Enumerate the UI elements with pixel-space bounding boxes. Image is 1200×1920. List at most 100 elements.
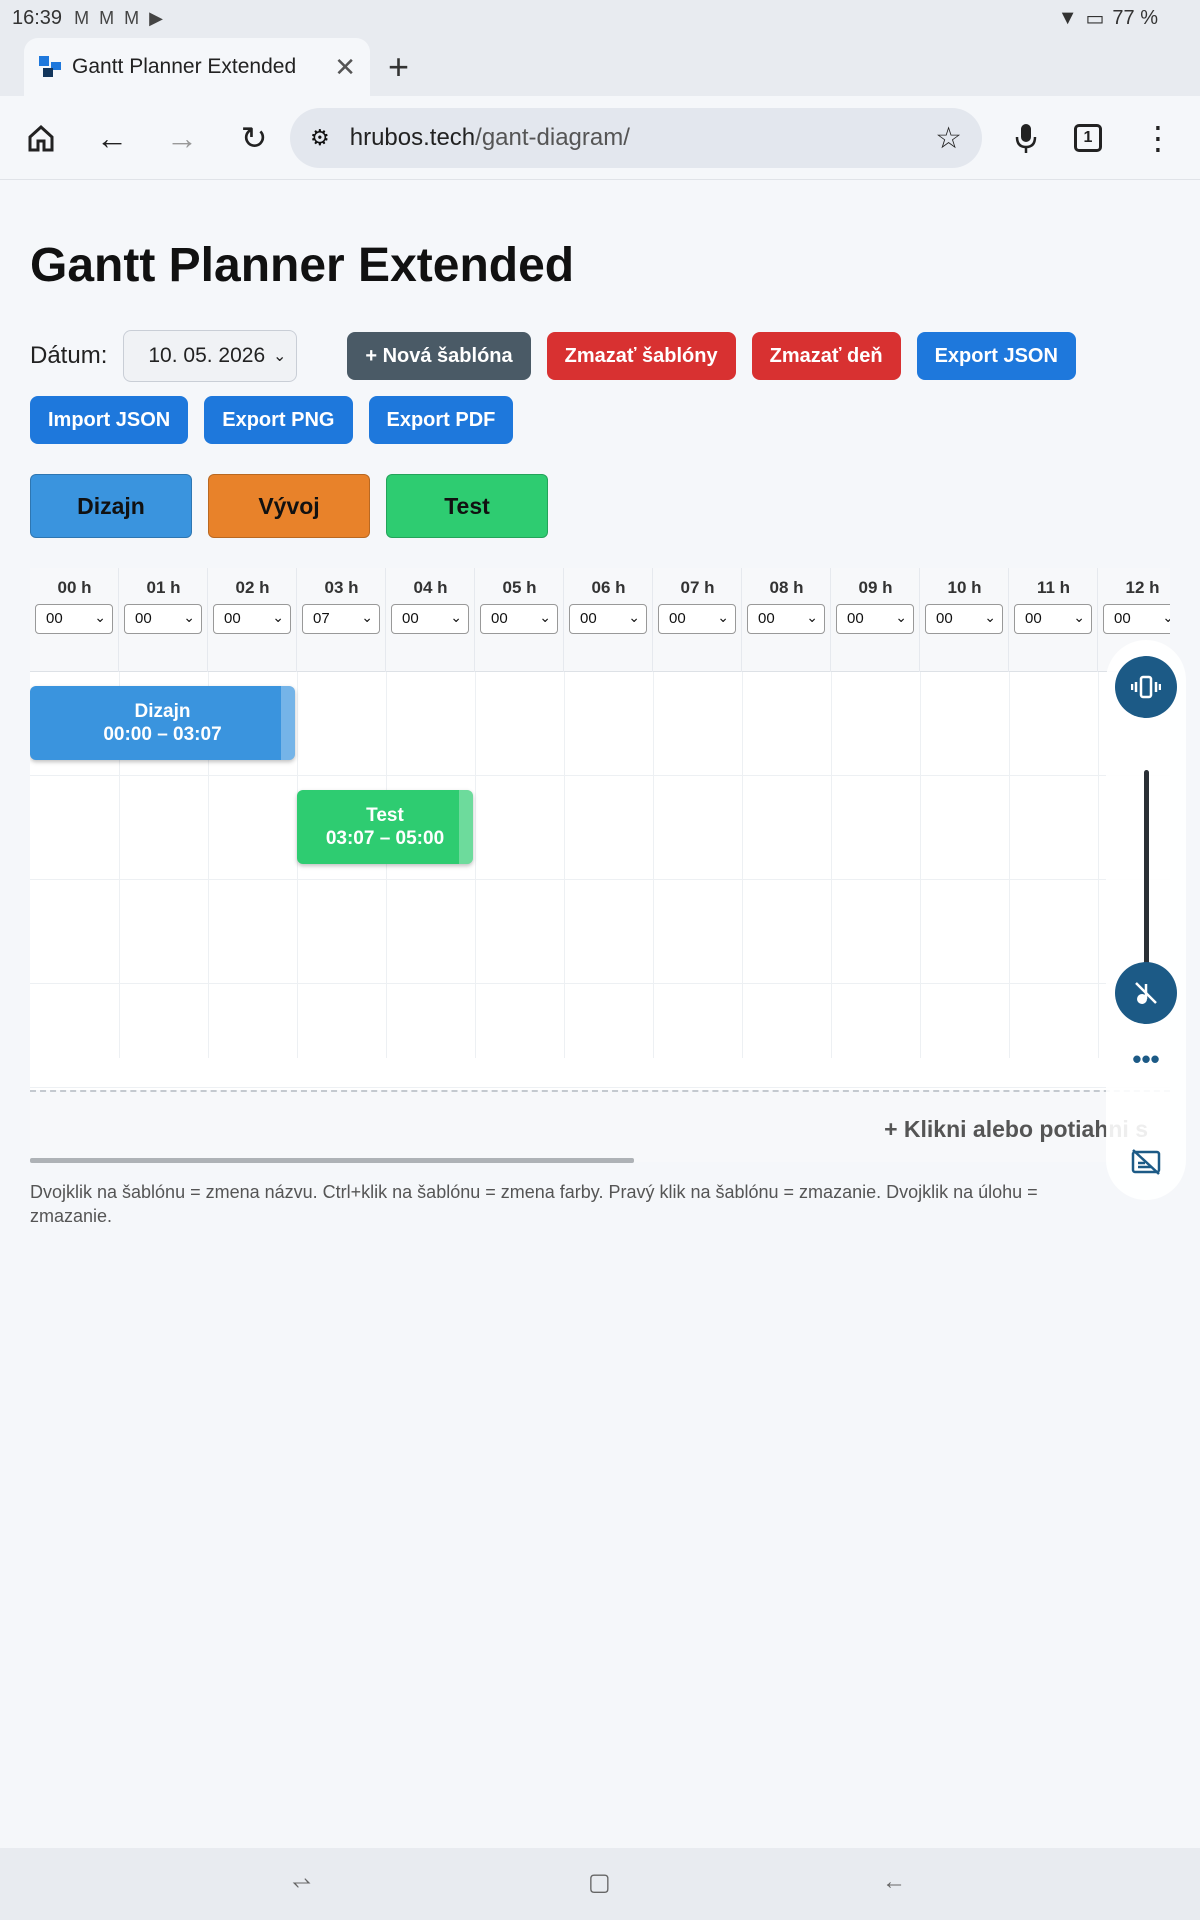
tab-strip: Gantt Planner Extended ✕ + xyxy=(0,36,1200,96)
forward-icon[interactable]: → xyxy=(158,114,206,162)
grid-line xyxy=(1009,672,1010,1058)
minute-select[interactable]: 00 ⌄ xyxy=(658,604,736,634)
template-palette: Dizajn Vývoj Test xyxy=(30,474,564,538)
minute-value: 00 xyxy=(580,610,597,627)
new-template-button[interactable]: + Nová šablóna xyxy=(347,332,531,380)
volume-slider[interactable] xyxy=(1144,770,1149,980)
hour-column-header: 03 h 07 ⌄ xyxy=(297,568,386,672)
task-bar-1[interactable]: Test 03:07 – 05:00 xyxy=(297,790,473,864)
gantt-row[interactable] xyxy=(30,880,1170,984)
url-host: hrubos.tech xyxy=(349,124,476,151)
grid-line xyxy=(742,672,743,1058)
hour-label: 00 h xyxy=(57,578,92,597)
home-icon[interactable] xyxy=(17,114,65,162)
minute-select[interactable]: 00 ⌄ xyxy=(1014,604,1092,634)
browser-tab[interactable]: Gantt Planner Extended ✕ xyxy=(24,38,370,96)
gmail-icon: M xyxy=(74,7,90,28)
gantt-header: 00 h 00 ⌄ 01 h 00 ⌄ 02 h 00 ⌄ 03 h 07 ⌄ 04 h 00 ⌄ 05 h0… xyxy=(30,568,1170,672)
export-pdf-button[interactable]: Export PDF xyxy=(368,396,514,444)
hour-column-header: 11 h 00 ⌄ xyxy=(1009,568,1098,672)
delete-day-button[interactable]: Zmazať deň xyxy=(751,332,901,380)
grid-line xyxy=(920,672,921,1058)
minute-select[interactable]: 00 ⌄ xyxy=(747,604,825,634)
template-1[interactable]: Vývoj xyxy=(208,474,370,538)
vibrate-icon[interactable] xyxy=(1115,656,1177,718)
task-name: Test xyxy=(366,805,404,826)
media-muted-icon[interactable] xyxy=(1115,962,1177,1024)
date-label: Dátum: xyxy=(30,342,108,369)
grid-line xyxy=(1098,672,1099,1058)
minute-select[interactable]: 00 ⌄ xyxy=(35,604,113,634)
site-settings-icon[interactable]: ⚙ xyxy=(310,125,330,151)
resize-handle[interactable] xyxy=(459,790,473,864)
back-icon[interactable]: ← xyxy=(88,114,136,162)
system-nav-bar: ⥋ ▢ ← xyxy=(0,1848,1200,1920)
minute-select[interactable]: 00 ⌄ xyxy=(213,604,291,634)
bookmark-star-icon[interactable]: ☆ xyxy=(935,121,962,156)
delete-templates-button[interactable]: Zmazať šablóny xyxy=(546,332,736,380)
hour-column-header: 10 h 00 ⌄ xyxy=(920,568,1009,672)
minute-select[interactable]: 00 ⌄ xyxy=(391,604,469,634)
hour-label: 12 h xyxy=(1125,578,1160,597)
hour-label: 10 h xyxy=(947,578,982,597)
minute-select[interactable]: 00 ⌄ xyxy=(925,604,1003,634)
minute-select[interactable]: 00 ⌄ xyxy=(124,604,202,634)
menu-dots-icon[interactable]: ⋮ xyxy=(1134,114,1182,162)
horizontal-scrollbar[interactable] xyxy=(30,1158,634,1163)
hour-column-header: 05 h 00 ⌄ xyxy=(475,568,564,672)
chevron-down-icon: ⌄ xyxy=(1073,609,1085,625)
help-text: Dvojklik na šablónu = zmena názvu. Ctrl+… xyxy=(30,1182,1038,1226)
address-bar[interactable]: ⚙ hrubos.tech/gant-diagram/ ☆ xyxy=(290,108,982,168)
tab-title: Gantt Planner Extended xyxy=(72,55,297,78)
minute-select[interactable]: 00 ⌄ xyxy=(480,604,558,634)
youtube-icon: ▶ xyxy=(149,7,163,28)
minute-select[interactable]: 00 ⌄ xyxy=(569,604,647,634)
gantt-row[interactable] xyxy=(30,984,1170,1088)
back-nav-icon[interactable]: ← xyxy=(882,1868,906,1896)
minute-value: 00 xyxy=(1114,610,1131,627)
chevron-down-icon: ⌄ xyxy=(539,609,551,625)
minute-select[interactable]: 00 ⌄ xyxy=(1103,604,1170,634)
status-time: 16:39 xyxy=(12,6,63,29)
minute-value: 00 xyxy=(402,610,419,627)
hour-label: 04 h xyxy=(413,578,448,597)
gantt-row[interactable] xyxy=(30,776,1170,880)
battery-icon: ▭ xyxy=(1085,7,1105,30)
template-2[interactable]: Test xyxy=(386,474,548,538)
hour-label: 06 h xyxy=(591,578,626,597)
template-0[interactable]: Dizajn xyxy=(30,474,192,538)
volume-panel: ••• xyxy=(1106,640,1186,1200)
hour-column-header: 08 h 00 ⌄ xyxy=(742,568,831,672)
gmail-icon: M xyxy=(99,7,115,28)
import-json-button[interactable]: Import JSON xyxy=(30,396,189,444)
grid-line xyxy=(831,672,832,1058)
reload-icon[interactable]: ↻ xyxy=(230,114,278,162)
hour-column-header: 01 h 00 ⌄ xyxy=(119,568,208,672)
microphone-icon[interactable] xyxy=(1002,114,1050,162)
home-nav-icon[interactable]: ▢ xyxy=(588,1868,611,1897)
close-tab-icon[interactable]: ✕ xyxy=(334,52,356,83)
resize-handle[interactable] xyxy=(281,686,295,760)
hour-column-header: 09 h 00 ⌄ xyxy=(831,568,920,672)
hour-label: 02 h xyxy=(235,578,270,597)
export-json-button[interactable]: Export JSON xyxy=(916,332,1076,380)
minute-value: 00 xyxy=(847,610,864,627)
new-tab-icon[interactable]: + xyxy=(388,46,409,88)
date-picker[interactable]: 10. 05. 2026 ⌄ xyxy=(123,330,298,382)
add-task-drop-zone[interactable]: + Klikni alebo potiahni s xyxy=(30,1090,1170,1162)
task-bar-0[interactable]: Dizajn 00:00 – 03:07 xyxy=(30,686,295,760)
export-png-button[interactable]: Export PNG xyxy=(204,396,353,444)
tab-switcher-button[interactable]: 1 xyxy=(1064,114,1112,162)
minute-value: 00 xyxy=(1025,610,1042,627)
site-favicon-icon xyxy=(38,54,64,80)
more-options-icon[interactable]: ••• xyxy=(1106,1044,1186,1075)
hour-label: 08 h xyxy=(769,578,804,597)
chevron-down-icon: ⌄ xyxy=(717,609,729,625)
minute-value: 00 xyxy=(669,610,686,627)
task-time: 03:07 – 05:00 xyxy=(325,828,445,849)
chevron-down-icon: ⌄ xyxy=(984,609,996,625)
recents-icon[interactable]: ⥋ xyxy=(292,1868,311,1896)
minute-select[interactable]: 00 ⌄ xyxy=(836,604,914,634)
captions-off-icon[interactable] xyxy=(1120,1136,1172,1188)
minute-select[interactable]: 07 ⌄ xyxy=(302,604,380,634)
